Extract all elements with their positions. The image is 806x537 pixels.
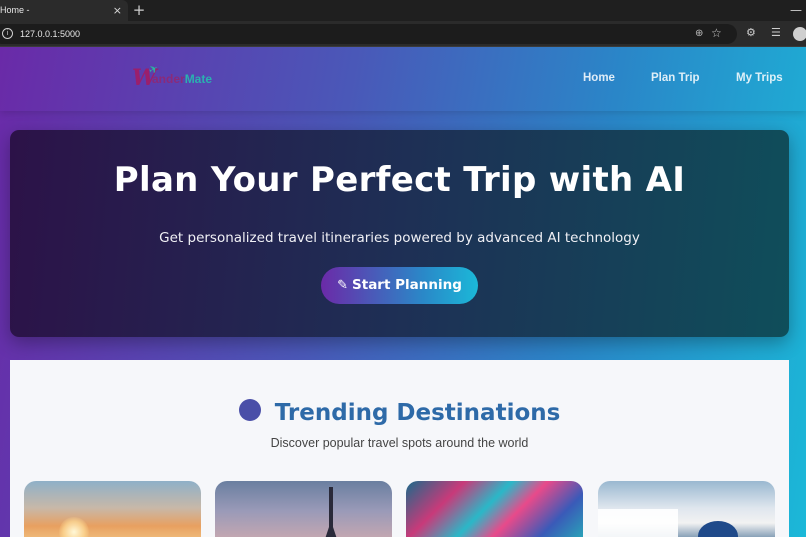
nav-link-home[interactable]: Home <box>583 72 615 84</box>
blue-dome-image <box>698 521 738 537</box>
nav-link-plan-trip[interactable]: Plan Trip <box>651 72 700 84</box>
start-planning-button[interactable]: ✎ Start Planning <box>321 267 478 304</box>
info-icon[interactable]: i <box>2 28 13 39</box>
browser-tab[interactable]: Home - × <box>0 0 128 21</box>
destination-card[interactable] <box>406 481 583 537</box>
destination-card[interactable] <box>215 481 392 537</box>
pencil-icon: ✎ <box>337 278 349 293</box>
profile-avatar-icon[interactable] <box>793 27 806 41</box>
browser-tab-bar: Home - × + — <box>0 0 806 21</box>
nav-link-my-trips[interactable]: My Trips <box>736 72 783 84</box>
section-subtitle: Discover popular travel spots around the… <box>270 436 529 450</box>
new-tab-icon[interactable]: + <box>132 0 146 21</box>
logo-text: anderMate <box>152 72 212 86</box>
address-bar[interactable]: i 127.0.0.1:5000 ⊕ ☆ <box>0 24 737 44</box>
trending-section: Trending Destinations Discover popular t… <box>10 360 789 537</box>
globe-icon <box>238 399 261 421</box>
section-heading: Trending Destinations <box>10 399 789 426</box>
tab-title: Home - <box>0 5 30 15</box>
url-text[interactable]: 127.0.0.1:5000 <box>20 24 80 44</box>
logo-text-ander: ander <box>152 72 185 86</box>
zoom-icon[interactable]: ⊕ <box>695 28 703 39</box>
logo-text-mate: Mate <box>184 72 213 86</box>
start-planning-label: Start Planning <box>352 277 462 293</box>
extensions-icon[interactable]: ⚙ <box>746 26 756 39</box>
white-houses-image <box>598 509 678 537</box>
bookmark-star-icon[interactable]: ☆ <box>711 26 722 40</box>
browser-toolbar: i 127.0.0.1:5000 ⊕ ☆ ⚙ ☰ <box>0 21 806 47</box>
tab-close-icon[interactable]: × <box>113 0 122 21</box>
section-title: Trending Destinations <box>274 400 561 426</box>
hero-subtitle: Get personalized travel itineraries powe… <box>159 230 640 246</box>
hero-banner: Plan Your Perfect Trip with AI Get perso… <box>10 130 789 337</box>
navbar: W ✈ anderMate Home Plan Trip My Trips <box>0 47 806 111</box>
hero-title: Plan Your Perfect Trip with AI <box>113 160 686 200</box>
minimize-icon[interactable]: — <box>790 0 802 20</box>
destination-card[interactable] <box>24 481 201 537</box>
page: W ✈ anderMate Home Plan Trip My Trips Pl… <box>0 47 806 537</box>
destination-card[interactable] <box>598 481 775 537</box>
sunset-image <box>59 517 89 537</box>
tower-spire <box>329 487 333 537</box>
favorites-icon[interactable]: ☰ <box>771 26 781 39</box>
